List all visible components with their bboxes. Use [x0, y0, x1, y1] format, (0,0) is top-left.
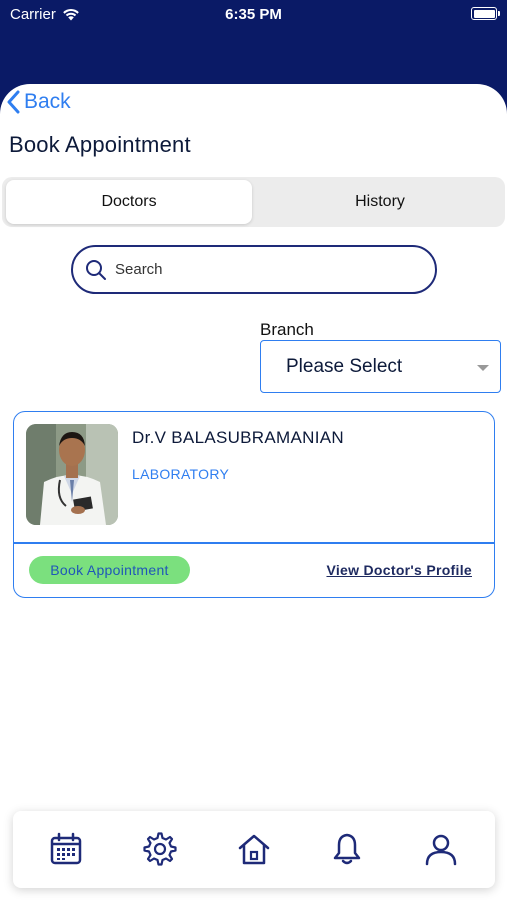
- home-icon: [238, 834, 270, 865]
- dropdown-caret-icon: [477, 365, 489, 371]
- battery-icon: [471, 7, 500, 20]
- search-bar[interactable]: [71, 245, 437, 294]
- tab-home[interactable]: [234, 829, 274, 869]
- search-input[interactable]: [115, 261, 395, 278]
- status-time: 6:35 PM: [225, 6, 282, 23]
- chevron-left-icon: [7, 90, 20, 114]
- segmented-control: Doctors History: [2, 177, 505, 227]
- branch-label: Branch: [260, 320, 314, 339]
- tab-settings[interactable]: [140, 829, 180, 869]
- back-button[interactable]: Back: [6, 90, 71, 114]
- bell-icon: [333, 833, 361, 865]
- tab-notifications[interactable]: [327, 829, 367, 869]
- branch-select[interactable]: Please Select: [260, 340, 501, 393]
- branch-selected-value: Please Select: [286, 355, 403, 377]
- tab-history[interactable]: History: [257, 180, 503, 224]
- search-icon: [86, 259, 106, 280]
- gear-icon: [143, 832, 177, 866]
- card-divider: [14, 542, 494, 544]
- calendar-icon: [50, 832, 82, 865]
- book-appointment-button[interactable]: Book Appointment: [29, 556, 190, 584]
- back-label: Back: [24, 90, 71, 113]
- doctor-photo: [26, 424, 118, 525]
- doctor-name: Dr.V BALASUBRAMANIAN: [132, 428, 344, 447]
- page-title: Book Appointment: [9, 132, 191, 157]
- tab-calendar[interactable]: [46, 829, 86, 869]
- tab-profile[interactable]: [421, 829, 461, 869]
- bottom-tab-bar: [13, 811, 495, 888]
- tab-doctors[interactable]: Doctors: [6, 180, 252, 224]
- doctor-card: Dr.V BALASUBRAMANIAN LABORATORY Book App…: [13, 411, 495, 598]
- view-profile-link[interactable]: View Doctor's Profile: [326, 562, 472, 578]
- main-sheet: Back Book Appointment Doctors History Br…: [0, 84, 507, 900]
- doctor-department: LABORATORY: [132, 466, 230, 482]
- status-bar: Carrier 6:35 PM: [0, 0, 507, 30]
- user-icon: [425, 834, 457, 866]
